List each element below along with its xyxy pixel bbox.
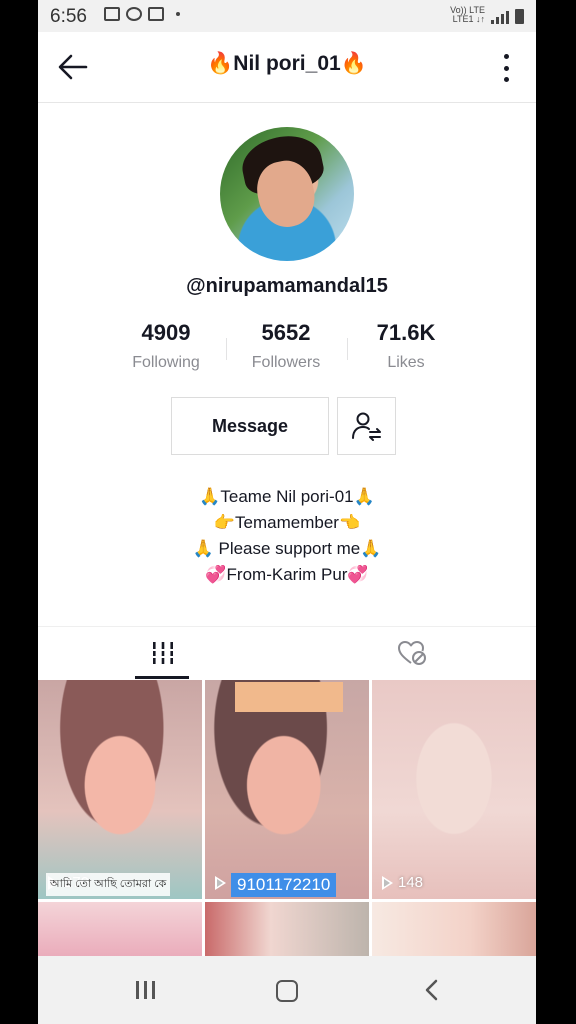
follow-user-button[interactable] (337, 397, 396, 455)
bio-line: 🙏 Please support me🙏 (192, 539, 382, 558)
bio-line: 👉Temamember👈 (213, 513, 361, 532)
status-bar: 6:56 Vo)) LTE LTE1 ↓↑ (38, 0, 536, 32)
status-right: Vo)) LTE LTE1 ↓↑ (450, 6, 524, 24)
followers-label: Followers (251, 354, 321, 371)
view-count: 148 (382, 874, 423, 891)
gallery-icon (104, 7, 120, 21)
text-overlay (235, 682, 343, 712)
notification-icons (104, 7, 180, 21)
user-swap-icon (351, 412, 381, 441)
profile-bio: 🙏Teame Nil pori-01🙏 👉Temamember👈 🙏 Pleas… (38, 484, 536, 588)
signal-icon (491, 11, 509, 24)
username: @nirupamamandal15 (186, 275, 388, 297)
status-time: 6:56 (50, 6, 87, 27)
app-icon (126, 7, 142, 21)
video-thumbnail[interactable] (38, 902, 202, 956)
profile-header: 🔥Nil pori_01🔥 (38, 32, 536, 103)
recent-apps-button[interactable] (136, 981, 155, 999)
likes-count: 71.6K (376, 320, 436, 345)
message-button[interactable]: Message (171, 397, 329, 455)
video-caption: 9101172210 (231, 873, 337, 897)
video-thumbnail[interactable] (372, 902, 536, 956)
play-icon (382, 875, 393, 890)
following-label: Following (132, 354, 200, 371)
followers-count: 5652 (261, 320, 311, 345)
content-tabs (38, 626, 536, 679)
video-thumbnail[interactable]: 148 (372, 680, 536, 899)
video-thumbnail[interactable]: · 9101172210 (205, 680, 369, 899)
stat-followers[interactable]: 5652 Followers (226, 320, 346, 372)
video-caption: আমি তো আছি তোমরা কে (46, 873, 171, 896)
tab-liked[interactable] (287, 627, 536, 679)
tab-videos[interactable] (38, 627, 287, 679)
active-tab-indicator (135, 676, 189, 679)
play-icon (215, 875, 226, 890)
phone-screen: 6:56 Vo)) LTE LTE1 ↓↑ 🔥Nil pori_01🔥 @nir… (38, 0, 536, 1024)
video-thumbnail[interactable]: 270 আমি তো আছি তোমরা কে (38, 680, 202, 899)
system-nav-bar (38, 956, 536, 1024)
more-notifications-icon (176, 12, 180, 16)
video-grid: 270 আমি তো আছি তোমরা কে · 9101172210 148 (38, 680, 536, 956)
stat-divider (226, 338, 227, 360)
video-thumbnail[interactable] (205, 902, 369, 956)
avatar[interactable] (220, 127, 354, 261)
home-button[interactable] (276, 980, 298, 1002)
bio-line: 💞From-Karim Pur💞 (205, 565, 369, 584)
liked-hidden-icon (397, 641, 426, 665)
battery-icon (515, 9, 524, 24)
carrier-line-2: LTE1 ↓↑ (452, 14, 485, 24)
grid-icon (150, 642, 175, 664)
screenshot-icon (148, 7, 164, 21)
bio-line: 🙏Teame Nil pori-01🙏 (199, 487, 375, 506)
following-count: 4909 (141, 320, 191, 345)
more-options-icon[interactable] (502, 54, 510, 82)
page-title: 🔥Nil pori_01🔥 (207, 52, 367, 75)
stat-divider (347, 338, 348, 360)
likes-label: Likes (387, 354, 425, 371)
profile-stats: 4909 Following 5652 Followers 71.6K Like… (106, 320, 468, 372)
system-back-button[interactable] (421, 978, 443, 1002)
stat-following[interactable]: 4909 Following (106, 320, 226, 372)
stat-likes[interactable]: 71.6K Likes (346, 320, 466, 372)
